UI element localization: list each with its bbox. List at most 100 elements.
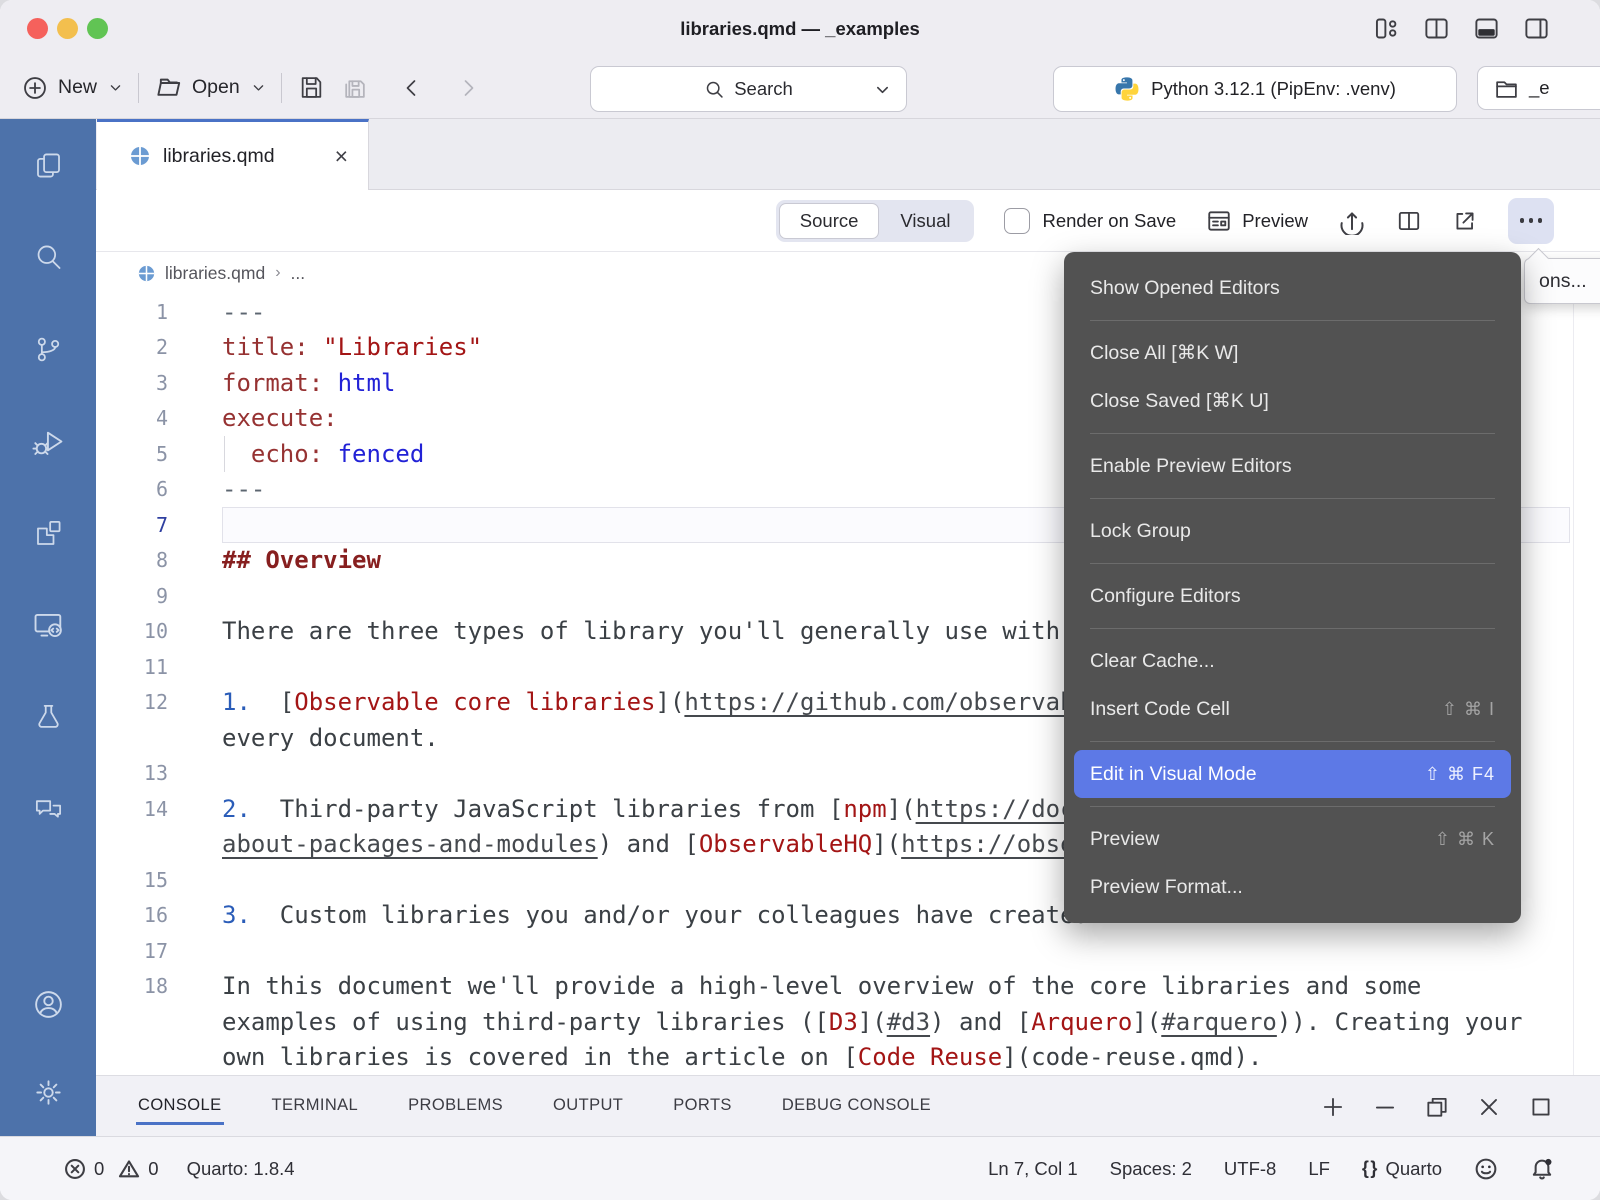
language-mode-status[interactable]: { } Quarto (1362, 1158, 1442, 1180)
breadcrumb-file[interactable]: libraries.qmd (165, 263, 265, 284)
menu-item-shortcut: ⇧ ⌘ K (1435, 829, 1495, 850)
window-title: libraries.qmd — _examples (0, 0, 1600, 57)
render-on-save-checkbox[interactable] (1004, 208, 1030, 234)
panel-close-button[interactable] (1476, 1094, 1502, 1120)
split-editor-layout-icon[interactable] (1423, 15, 1450, 42)
sidebar-item-explorer[interactable] (0, 119, 96, 211)
sidebar-item-source-control[interactable] (0, 303, 96, 395)
menu-item-label: Preview Format... (1090, 876, 1243, 899)
panel-restore-button[interactable] (1424, 1094, 1450, 1120)
menu-item-lock-group[interactable]: Lock Group (1064, 507, 1521, 555)
breadcrumb-ellipsis[interactable]: ... (291, 263, 306, 284)
panel-maximize-button[interactable] (1528, 1094, 1554, 1120)
publish-button[interactable] (1338, 207, 1366, 235)
menu-item-label: Edit in Visual Mode (1090, 763, 1257, 786)
menu-item-shortcut: ⇧ ⌘ I (1442, 699, 1495, 720)
code-line[interactable]: 18In this document we'll provide a high-… (96, 969, 1600, 1005)
menu-item-close-all-k-w[interactable]: Close All [⌘K W] (1064, 329, 1521, 377)
save-all-button[interactable] (341, 74, 368, 101)
indentation-status[interactable]: Spaces: 2 (1110, 1158, 1192, 1180)
search-icon (33, 242, 64, 273)
sidebar-item-settings[interactable] (0, 1048, 96, 1136)
line-number: 4 (96, 406, 222, 430)
cursor-position-status[interactable]: Ln 7, Col 1 (988, 1158, 1077, 1180)
new-button[interactable]: New (22, 75, 122, 101)
run-and-debug-icon (32, 425, 65, 458)
bottom-panel-tabs: CONSOLE TERMINAL PROBLEMS OUTPUT PORTS DEBUG … (96, 1075, 1600, 1136)
code-line[interactable]: own libraries is covered in the article … (96, 1040, 1600, 1076)
panel-tab-console[interactable]: CONSOLE (136, 1087, 224, 1125)
main-toolbar: New Open Search (0, 57, 1600, 119)
menu-item-preview[interactable]: Preview⇧ ⌘ K (1064, 815, 1521, 863)
panel-tab-ports[interactable]: PORTS (671, 1087, 734, 1125)
save-button[interactable] (298, 74, 325, 101)
search-icon (704, 79, 725, 100)
visual-mode-button[interactable]: Visual (879, 203, 971, 239)
sidebar-item-extensions[interactable] (0, 487, 96, 579)
panel-tab-output[interactable]: OUTPUT (551, 1087, 625, 1125)
toggle-bottom-panel-icon[interactable] (1473, 15, 1500, 42)
quarto-version-status[interactable]: Quarto: 1.8.4 (187, 1158, 295, 1180)
sidebar-item-testing[interactable] (0, 671, 96, 763)
menu-item-preview-format[interactable]: Preview Format... (1064, 863, 1521, 911)
gear-icon (32, 1076, 65, 1109)
plus-circle-icon (22, 75, 48, 101)
problems-status[interactable]: 0 0 (64, 1158, 159, 1180)
menu-item-insert-code-cell[interactable]: Insert Code Cell⇧ ⌘ I (1064, 685, 1521, 733)
menu-item-close-saved-k-u[interactable]: Close Saved [⌘K U] (1064, 377, 1521, 425)
encoding-status[interactable]: UTF-8 (1224, 1158, 1276, 1180)
navigate-back-button[interactable] (400, 76, 424, 100)
menu-separator (1090, 628, 1495, 629)
code-line[interactable]: 17 (96, 933, 1600, 969)
notifications-button[interactable] (1530, 1157, 1554, 1181)
menu-item-label: Close All [⌘K W] (1090, 341, 1238, 365)
source-mode-button[interactable]: Source (779, 203, 880, 239)
panel-tab-debug-console[interactable]: DEBUG CONSOLE (780, 1087, 933, 1125)
braces-icon: { } (1362, 1158, 1378, 1179)
toolbar-divider (138, 73, 139, 103)
extensions-icon (33, 518, 64, 549)
panel-tab-terminal[interactable]: TERMINAL (270, 1087, 361, 1125)
account-icon (32, 988, 65, 1021)
preview-button[interactable]: Preview (1206, 208, 1308, 234)
bell-icon (1530, 1157, 1554, 1181)
open-in-new-window-button[interactable] (1452, 208, 1478, 234)
menu-item-clear-cache[interactable]: Clear Cache... (1064, 637, 1521, 685)
search-input[interactable]: Search (590, 66, 907, 112)
menu-item-enable-preview-editors[interactable]: Enable Preview Editors (1064, 442, 1521, 490)
feedback-button[interactable] (1474, 1157, 1498, 1181)
eol-status[interactable]: LF (1308, 1158, 1330, 1180)
more-actions-button[interactable] (1508, 198, 1554, 244)
open-button[interactable]: Open (155, 74, 265, 101)
language-mode-label: Quarto (1385, 1158, 1442, 1180)
folder-open-icon (155, 74, 182, 101)
toggle-secondary-sidebar-icon[interactable] (1523, 15, 1550, 42)
code-line[interactable]: examples of using third-party libraries … (96, 1004, 1600, 1040)
sidebar-item-account[interactable] (0, 960, 96, 1048)
sidebar-item-run-and-debug[interactable] (0, 395, 96, 487)
workspace-label: _e (1529, 77, 1550, 99)
navigate-forward-button[interactable] (456, 76, 480, 100)
save-icon (298, 74, 325, 101)
interpreter-selector-button[interactable]: Python 3.12.1 (PipEnv: .venv) (1053, 66, 1457, 112)
panel-tab-problems[interactable]: PROBLEMS (406, 1087, 505, 1125)
customize-layout-icon[interactable] (1373, 15, 1400, 42)
sidebar-item-comments[interactable] (0, 763, 96, 855)
workspace-selector-button[interactable]: _e (1477, 66, 1600, 110)
sidebar-item-remote-explorer[interactable] (0, 579, 96, 671)
menu-item-show-opened-editors[interactable]: Show Opened Editors (1064, 264, 1521, 312)
editor-actions-menu: Show Opened Editors Close All [⌘K W] Close… (1064, 252, 1521, 923)
close-tab-icon[interactable]: × (335, 145, 348, 168)
error-icon (64, 1158, 86, 1180)
split-editor-button[interactable] (1396, 208, 1422, 234)
menu-item-label: Lock Group (1090, 520, 1191, 543)
sidebar-item-search[interactable] (0, 211, 96, 303)
menu-item-edit-in-visual-mode[interactable]: Edit in Visual Mode⇧ ⌘ F4 (1074, 750, 1511, 798)
menu-item-configure-editors[interactable]: Configure Editors (1064, 572, 1521, 620)
tab-libraries-qmd[interactable]: libraries.qmd × (97, 119, 369, 190)
line-number: 12 (96, 690, 222, 714)
tab-label: libraries.qmd (163, 145, 275, 168)
panel-add-button[interactable] (1320, 1094, 1346, 1120)
source-control-icon (33, 334, 64, 365)
panel-minimize-button[interactable] (1372, 1094, 1398, 1120)
